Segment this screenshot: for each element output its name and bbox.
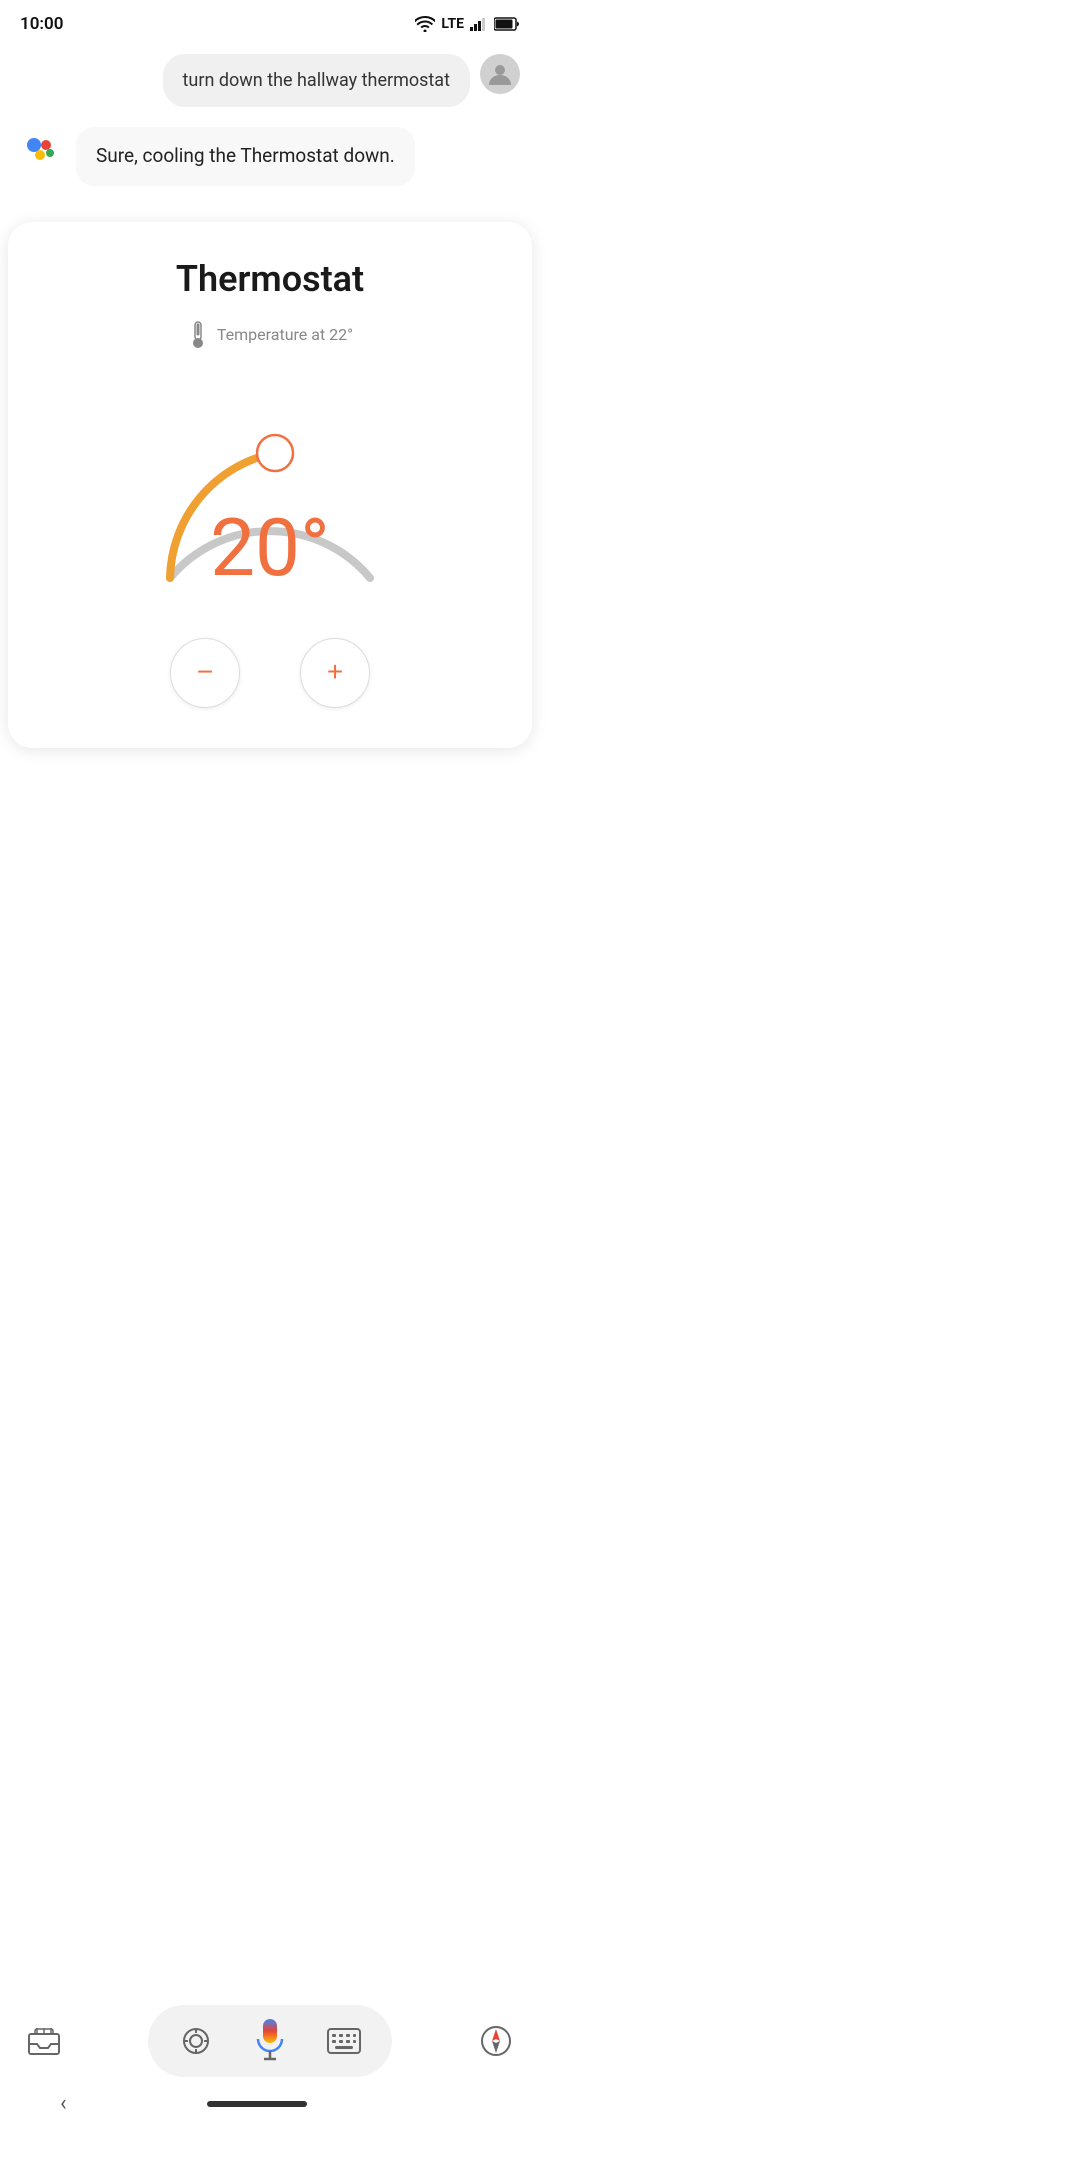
temp-label-row: Temperature at 22° [187, 320, 353, 350]
thermometer-icon [187, 320, 209, 350]
keyboard-icon [327, 2028, 361, 2054]
status-icons: LTE [415, 16, 520, 32]
thermostat-card: Thermostat Temperature at 22° 20° − + [8, 222, 532, 748]
compass-icon [480, 2025, 512, 2057]
mic-icon [252, 2017, 288, 2065]
assistant-bubble: Sure, cooling the Thermostat down. [76, 127, 415, 186]
assistant-message-row: Sure, cooling the Thermostat down. [20, 127, 520, 186]
keyboard-button[interactable] [324, 2021, 364, 2061]
increase-temp-button[interactable]: + [300, 638, 370, 708]
user-avatar [480, 54, 520, 94]
temp-display: 20° [210, 508, 330, 588]
input-method-pill [148, 2005, 392, 2077]
plus-icon: + [327, 658, 343, 686]
home-pill[interactable] [207, 2101, 307, 2107]
chat-area: turn down the hallway thermostat Sure, c… [0, 44, 540, 222]
camera-search-button[interactable] [176, 2021, 216, 2061]
signal-icon [470, 17, 488, 31]
user-avatar-icon [487, 61, 513, 87]
assist-icon-button[interactable] [24, 2021, 64, 2061]
status-time: 10:00 [20, 14, 63, 34]
google-assistant-icon [20, 127, 64, 171]
minus-icon: − [197, 658, 213, 686]
inbox-icon [27, 2026, 61, 2056]
user-bubble: turn down the hallway thermostat [163, 54, 470, 107]
battery-icon [494, 17, 520, 31]
back-button[interactable]: ‹ [60, 2091, 67, 2116]
temp-label-text: Temperature at 22° [217, 325, 353, 344]
thermostat-dial[interactable]: 20° [110, 378, 430, 598]
decrease-temp-button[interactable]: − [170, 638, 240, 708]
navigation-bar: ‹ [0, 2091, 540, 2124]
lens-icon [180, 2025, 212, 2057]
lte-label: LTE [441, 16, 464, 32]
user-message-row: turn down the hallway thermostat [20, 54, 520, 107]
bottom-toolbar: ‹ [0, 1991, 540, 2160]
compass-button[interactable] [476, 2021, 516, 2061]
status-bar: 10:00 LTE [0, 0, 540, 44]
toolbar-inner [0, 1991, 540, 2091]
microphone-button[interactable] [244, 2015, 296, 2067]
wifi-icon [415, 16, 435, 32]
thermostat-title: Thermostat [176, 258, 364, 300]
temp-controls: − + [170, 638, 370, 708]
